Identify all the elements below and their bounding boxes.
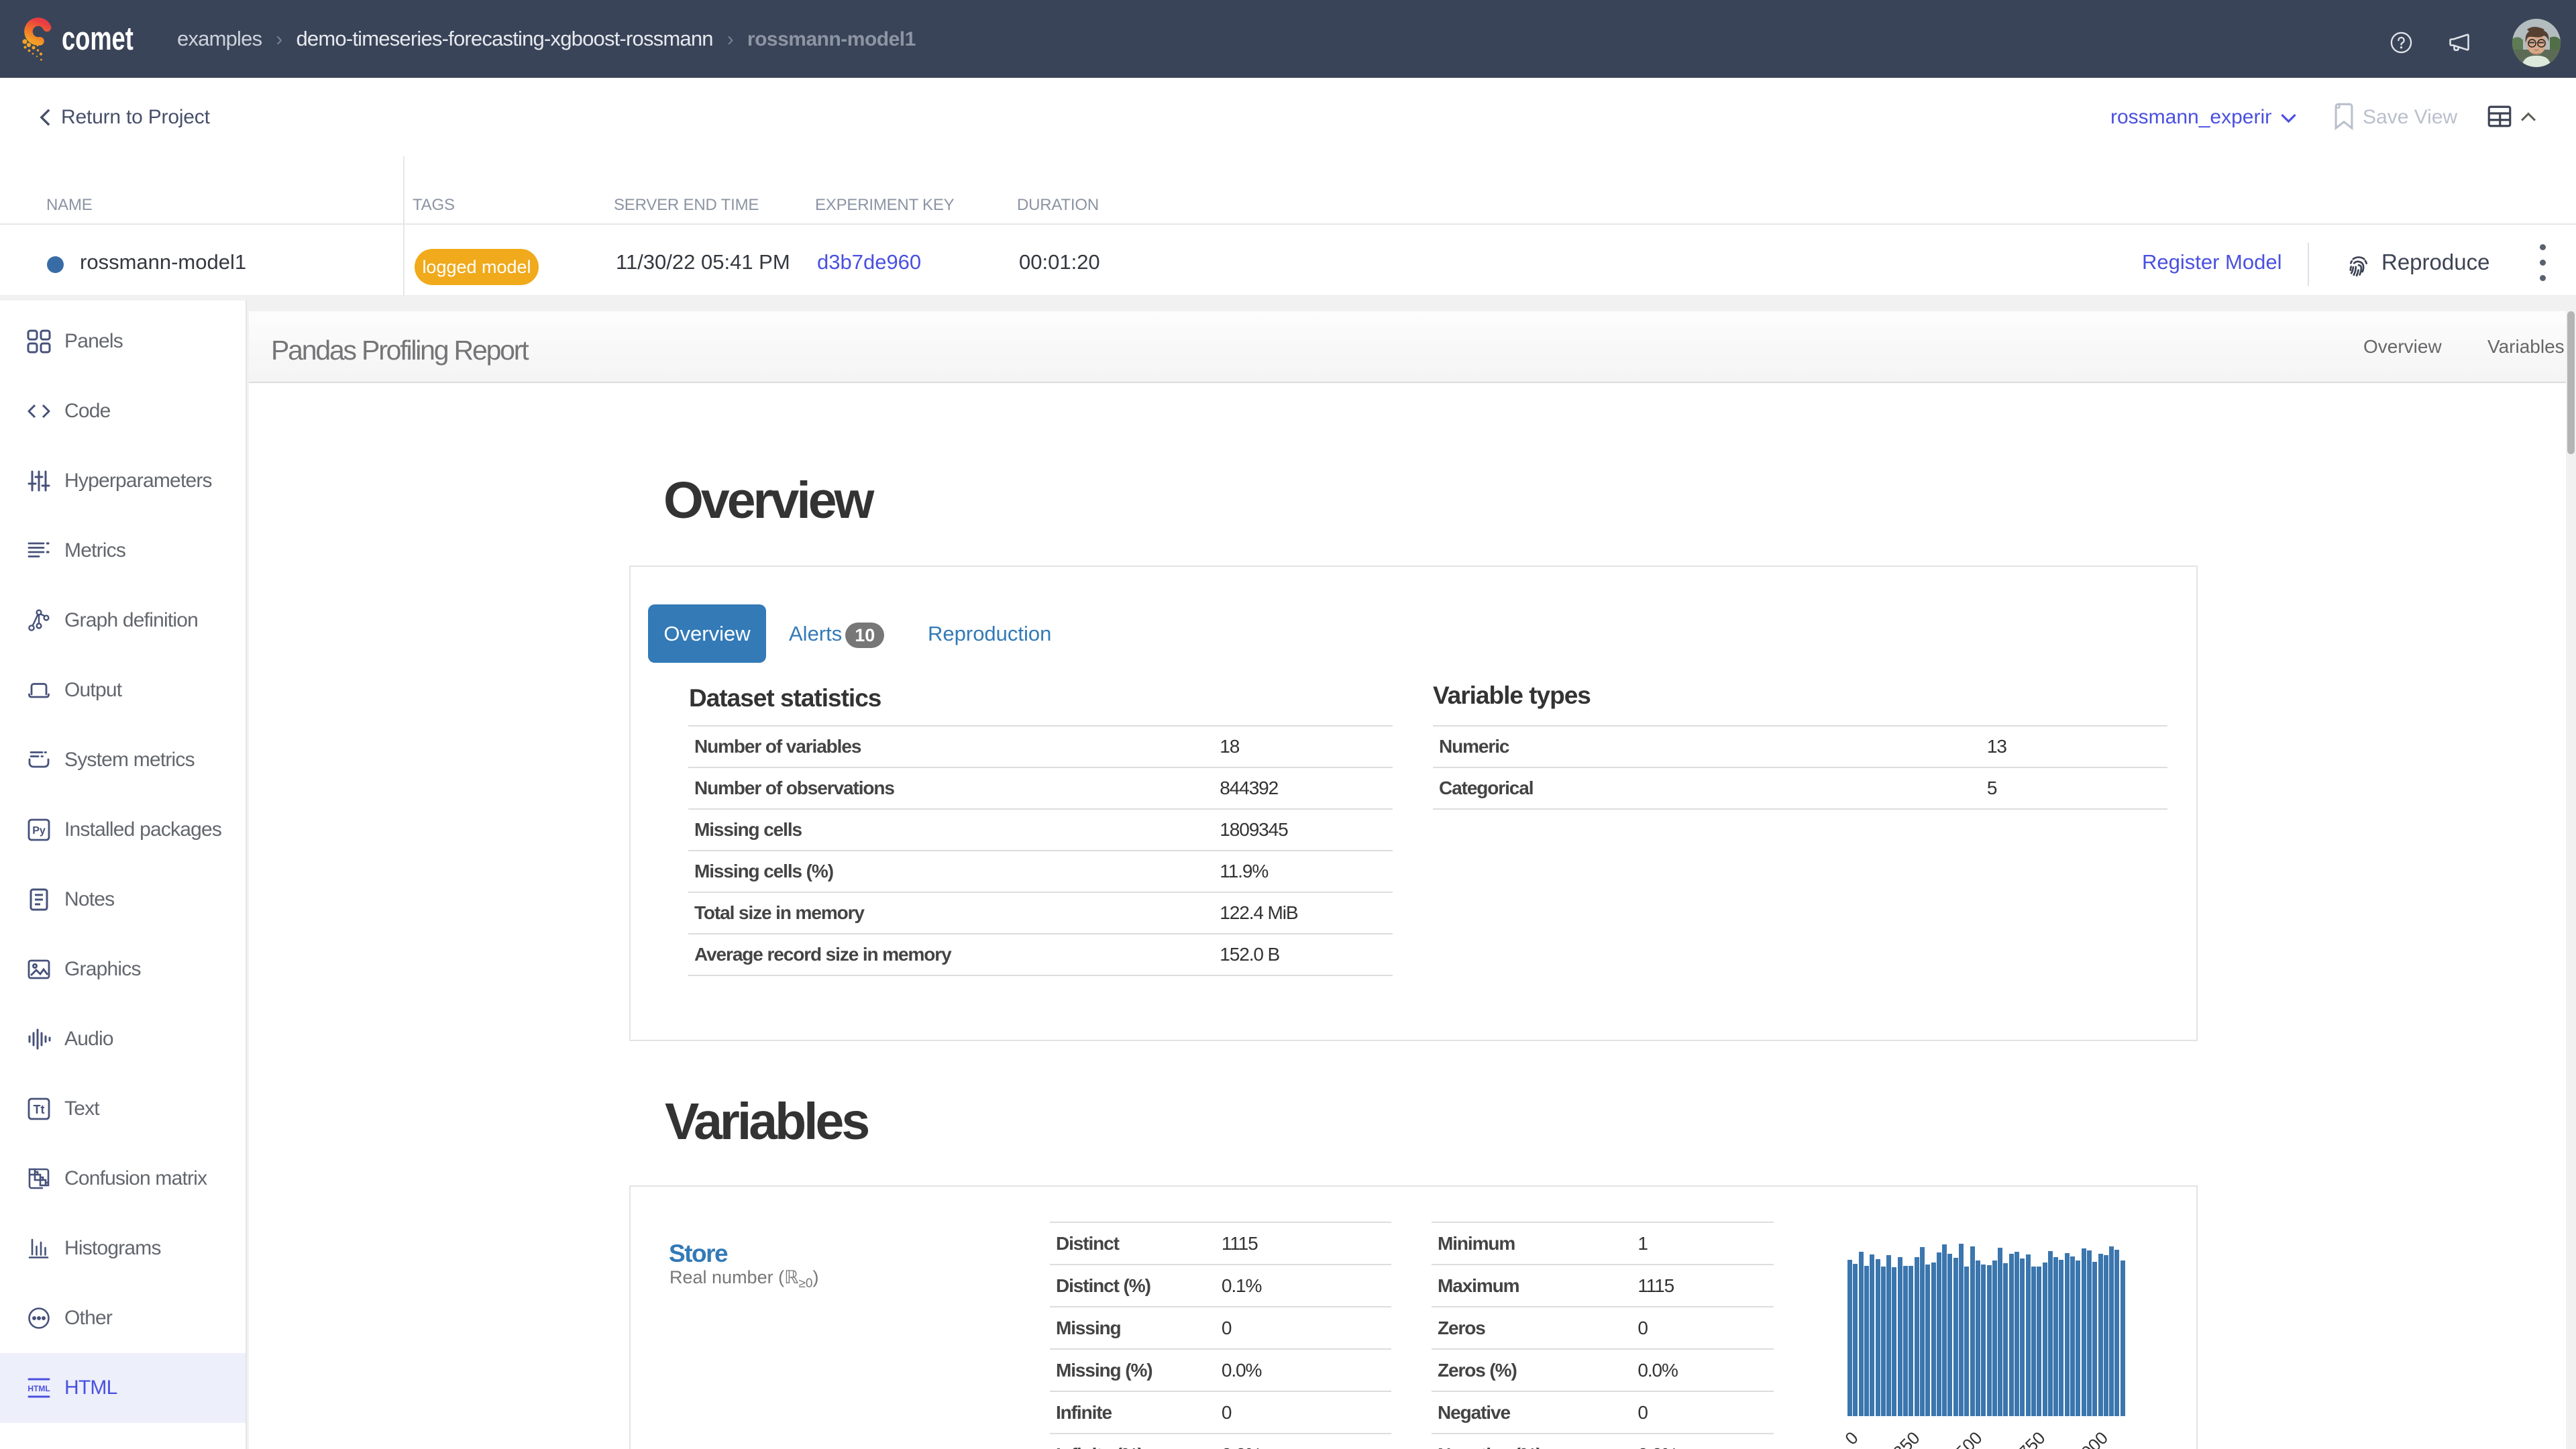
svg-text:Py: Py — [32, 825, 46, 837]
svg-text:Tt: Tt — [34, 1103, 45, 1116]
svg-text:HTML: HTML — [28, 1384, 50, 1393]
